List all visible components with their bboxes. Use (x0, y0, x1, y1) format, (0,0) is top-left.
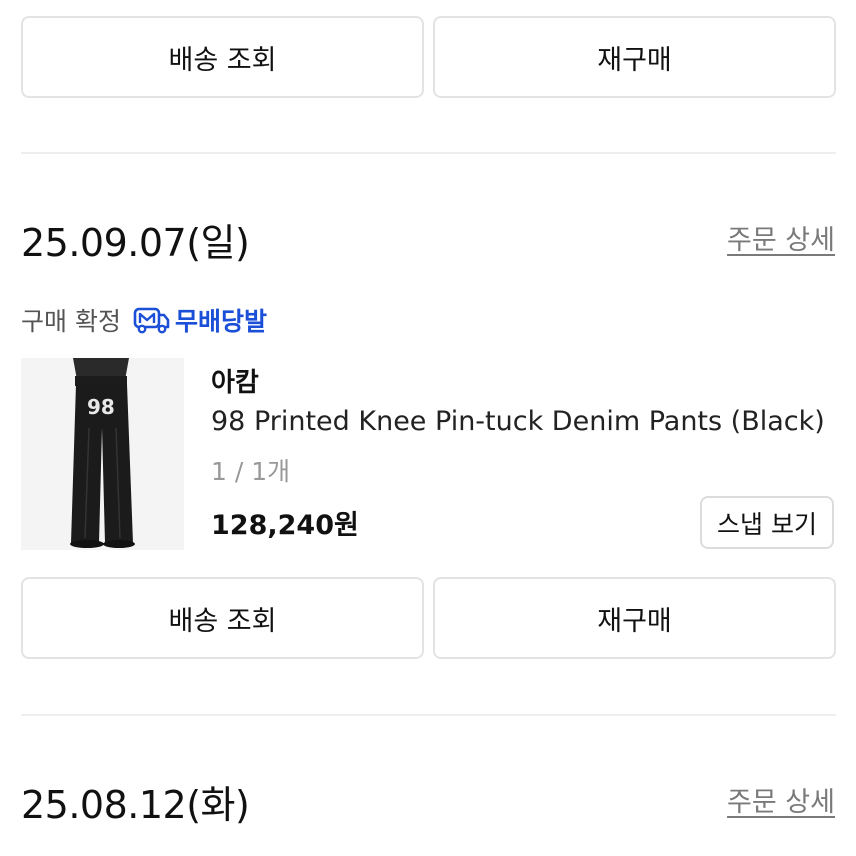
order-status-row: 구매 확정 무배당발 (21, 300, 267, 340)
divider (21, 152, 836, 154)
track-shipment-button[interactable]: 배송 조회 (21, 577, 424, 659)
free-shipping-label: 무배당발 (174, 307, 267, 336)
order-actions-top: 배송 조회 재구매 (21, 16, 836, 98)
product-thumbnail[interactable]: 98 (21, 358, 184, 550)
order-actions: 배송 조회 재구매 (21, 577, 836, 659)
rebuy-button[interactable]: 재구매 (433, 16, 836, 98)
track-shipment-button[interactable]: 배송 조회 (21, 16, 424, 98)
free-shipping-badge: 무배당발 (133, 302, 267, 338)
order-date: 25.09.07(일) (21, 221, 250, 265)
truck-m-icon (133, 307, 170, 334)
order-detail-link[interactable]: 주문 상세 (727, 218, 835, 257)
order-date: 25.08.12(화) (21, 783, 250, 827)
product-price: 128,240원 (211, 510, 359, 541)
rebuy-button[interactable]: 재구매 (433, 577, 836, 659)
print-number: 98 (87, 395, 115, 419)
purchase-status: 구매 확정 (21, 307, 121, 336)
order-detail-link[interactable]: 주문 상세 (727, 780, 835, 819)
view-snap-button[interactable]: 스냅 보기 (700, 496, 834, 549)
product-brand[interactable]: 아캄 (211, 362, 259, 399)
product-name[interactable]: 98 Printed Knee Pin-tuck Denim Pants (Bl… (211, 406, 825, 437)
divider (21, 714, 836, 716)
product-quantity: 1 / 1개 (211, 457, 291, 486)
